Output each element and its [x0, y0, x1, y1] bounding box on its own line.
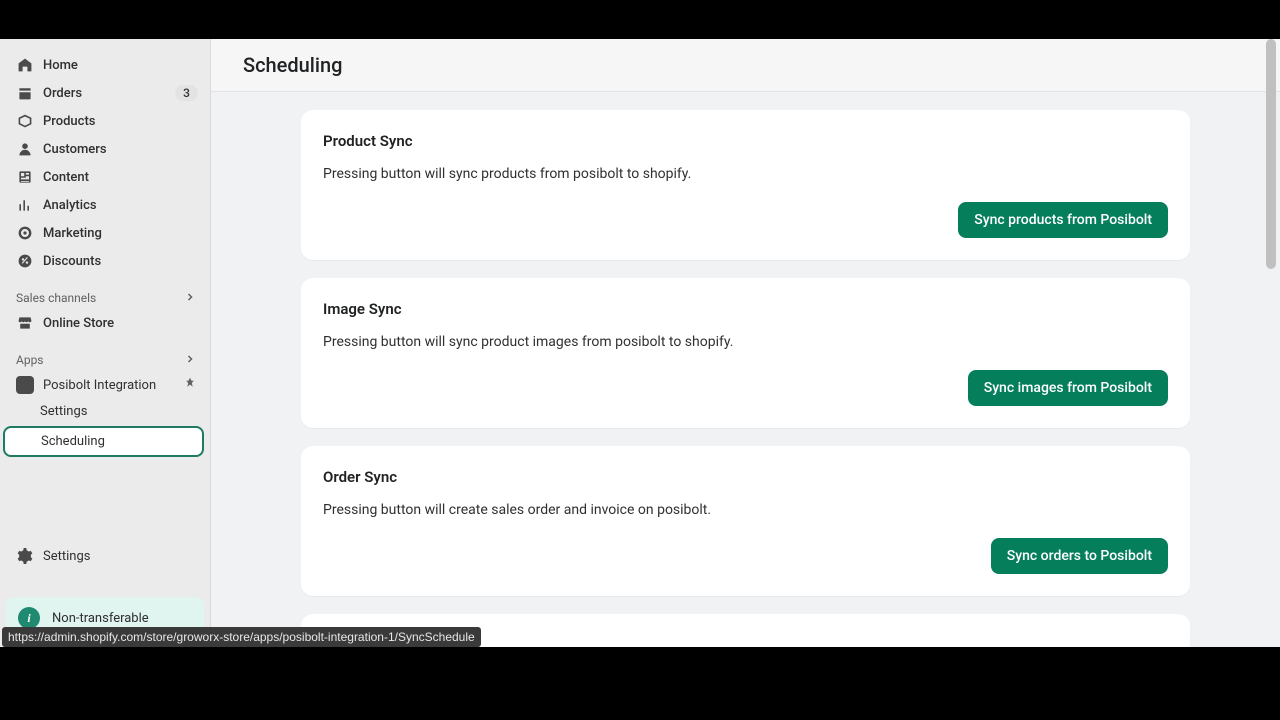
app-icon — [16, 376, 34, 394]
card-image-sync: Image Sync Pressing button will sync pro… — [301, 278, 1190, 428]
card-title: Product Sync — [323, 132, 1168, 150]
marketing-icon — [16, 224, 34, 242]
apps-header[interactable]: Apps — [0, 345, 210, 371]
sync-images-button[interactable]: Sync images from Posibolt — [968, 370, 1168, 406]
products-icon — [16, 112, 34, 130]
scrollbar[interactable] — [1268, 39, 1278, 647]
customers-icon — [16, 140, 34, 158]
nav-label: Marketing — [43, 226, 198, 241]
card-title: Order Sync — [323, 468, 1168, 486]
app-sub-settings[interactable]: Settings — [0, 399, 210, 424]
card-title: Image Sync — [323, 300, 1168, 318]
main: Scheduling Product Sync Pressing button … — [211, 39, 1280, 647]
app-sub-scheduling[interactable]: Scheduling — [3, 426, 204, 457]
analytics-icon — [16, 196, 34, 214]
nav-label: Analytics — [43, 198, 198, 213]
chevron-right-icon — [184, 291, 198, 305]
nav-label: Customers — [43, 142, 198, 157]
nav-settings[interactable]: Settings — [0, 541, 210, 571]
sidebar: Home Orders 3 Products Customers Content… — [0, 39, 211, 647]
pin-icon[interactable] — [184, 377, 198, 393]
nav-label: Orders — [43, 86, 175, 101]
sales-channels-header[interactable]: Sales channels — [0, 283, 210, 309]
sync-products-button[interactable]: Sync products from Posibolt — [958, 202, 1168, 238]
store-icon — [16, 314, 34, 332]
section-label: Apps — [16, 353, 184, 367]
info-text: Non-transferable — [52, 611, 149, 626]
nav-content[interactable]: Content — [0, 163, 210, 191]
content-area: Product Sync Pressing button will sync p… — [211, 92, 1280, 647]
home-icon — [16, 56, 34, 74]
nav-label: Products — [43, 114, 198, 129]
nav-label: Home — [43, 58, 198, 73]
nav-orders[interactable]: Orders 3 — [0, 79, 210, 107]
nav-online-store[interactable]: Online Store — [0, 309, 210, 337]
nav-discounts[interactable]: Discounts — [0, 247, 210, 275]
nav-customers[interactable]: Customers — [0, 135, 210, 163]
orders-icon — [16, 84, 34, 102]
card-desc: Pressing button will sync product images… — [323, 334, 1168, 350]
orders-badge: 3 — [175, 85, 198, 101]
card-desc: Pressing button will sync products from … — [323, 166, 1168, 182]
page-title: Scheduling — [243, 53, 1248, 77]
nav-label: Settings — [43, 549, 194, 564]
nav-analytics[interactable]: Analytics — [0, 191, 210, 219]
card-product-sync: Product Sync Pressing button will sync p… — [301, 110, 1190, 260]
nav-marketing[interactable]: Marketing — [0, 219, 210, 247]
page-header: Scheduling — [211, 39, 1280, 92]
chevron-right-icon — [184, 353, 198, 367]
nav-label: Online Store — [43, 316, 198, 331]
nav-products[interactable]: Products — [0, 107, 210, 135]
status-bar-url: https://admin.shopify.com/store/groworx-… — [2, 627, 481, 647]
card-order-sync: Order Sync Pressing button will create s… — [301, 446, 1190, 596]
gear-icon — [16, 547, 34, 565]
scrollbar-thumb[interactable] — [1266, 39, 1276, 269]
app-posibolt[interactable]: Posibolt Integration — [0, 371, 210, 399]
card-desc: Pressing button will create sales order … — [323, 502, 1168, 518]
app-label: Posibolt Integration — [43, 378, 180, 393]
info-icon: i — [18, 607, 40, 629]
nav-home[interactable]: Home — [0, 51, 210, 79]
nav-label: Content — [43, 170, 198, 185]
content-icon — [16, 168, 34, 186]
discounts-icon — [16, 252, 34, 270]
section-label: Sales channels — [16, 291, 184, 305]
sync-orders-button[interactable]: Sync orders to Posibolt — [991, 538, 1168, 574]
nav-label: Discounts — [43, 254, 198, 269]
